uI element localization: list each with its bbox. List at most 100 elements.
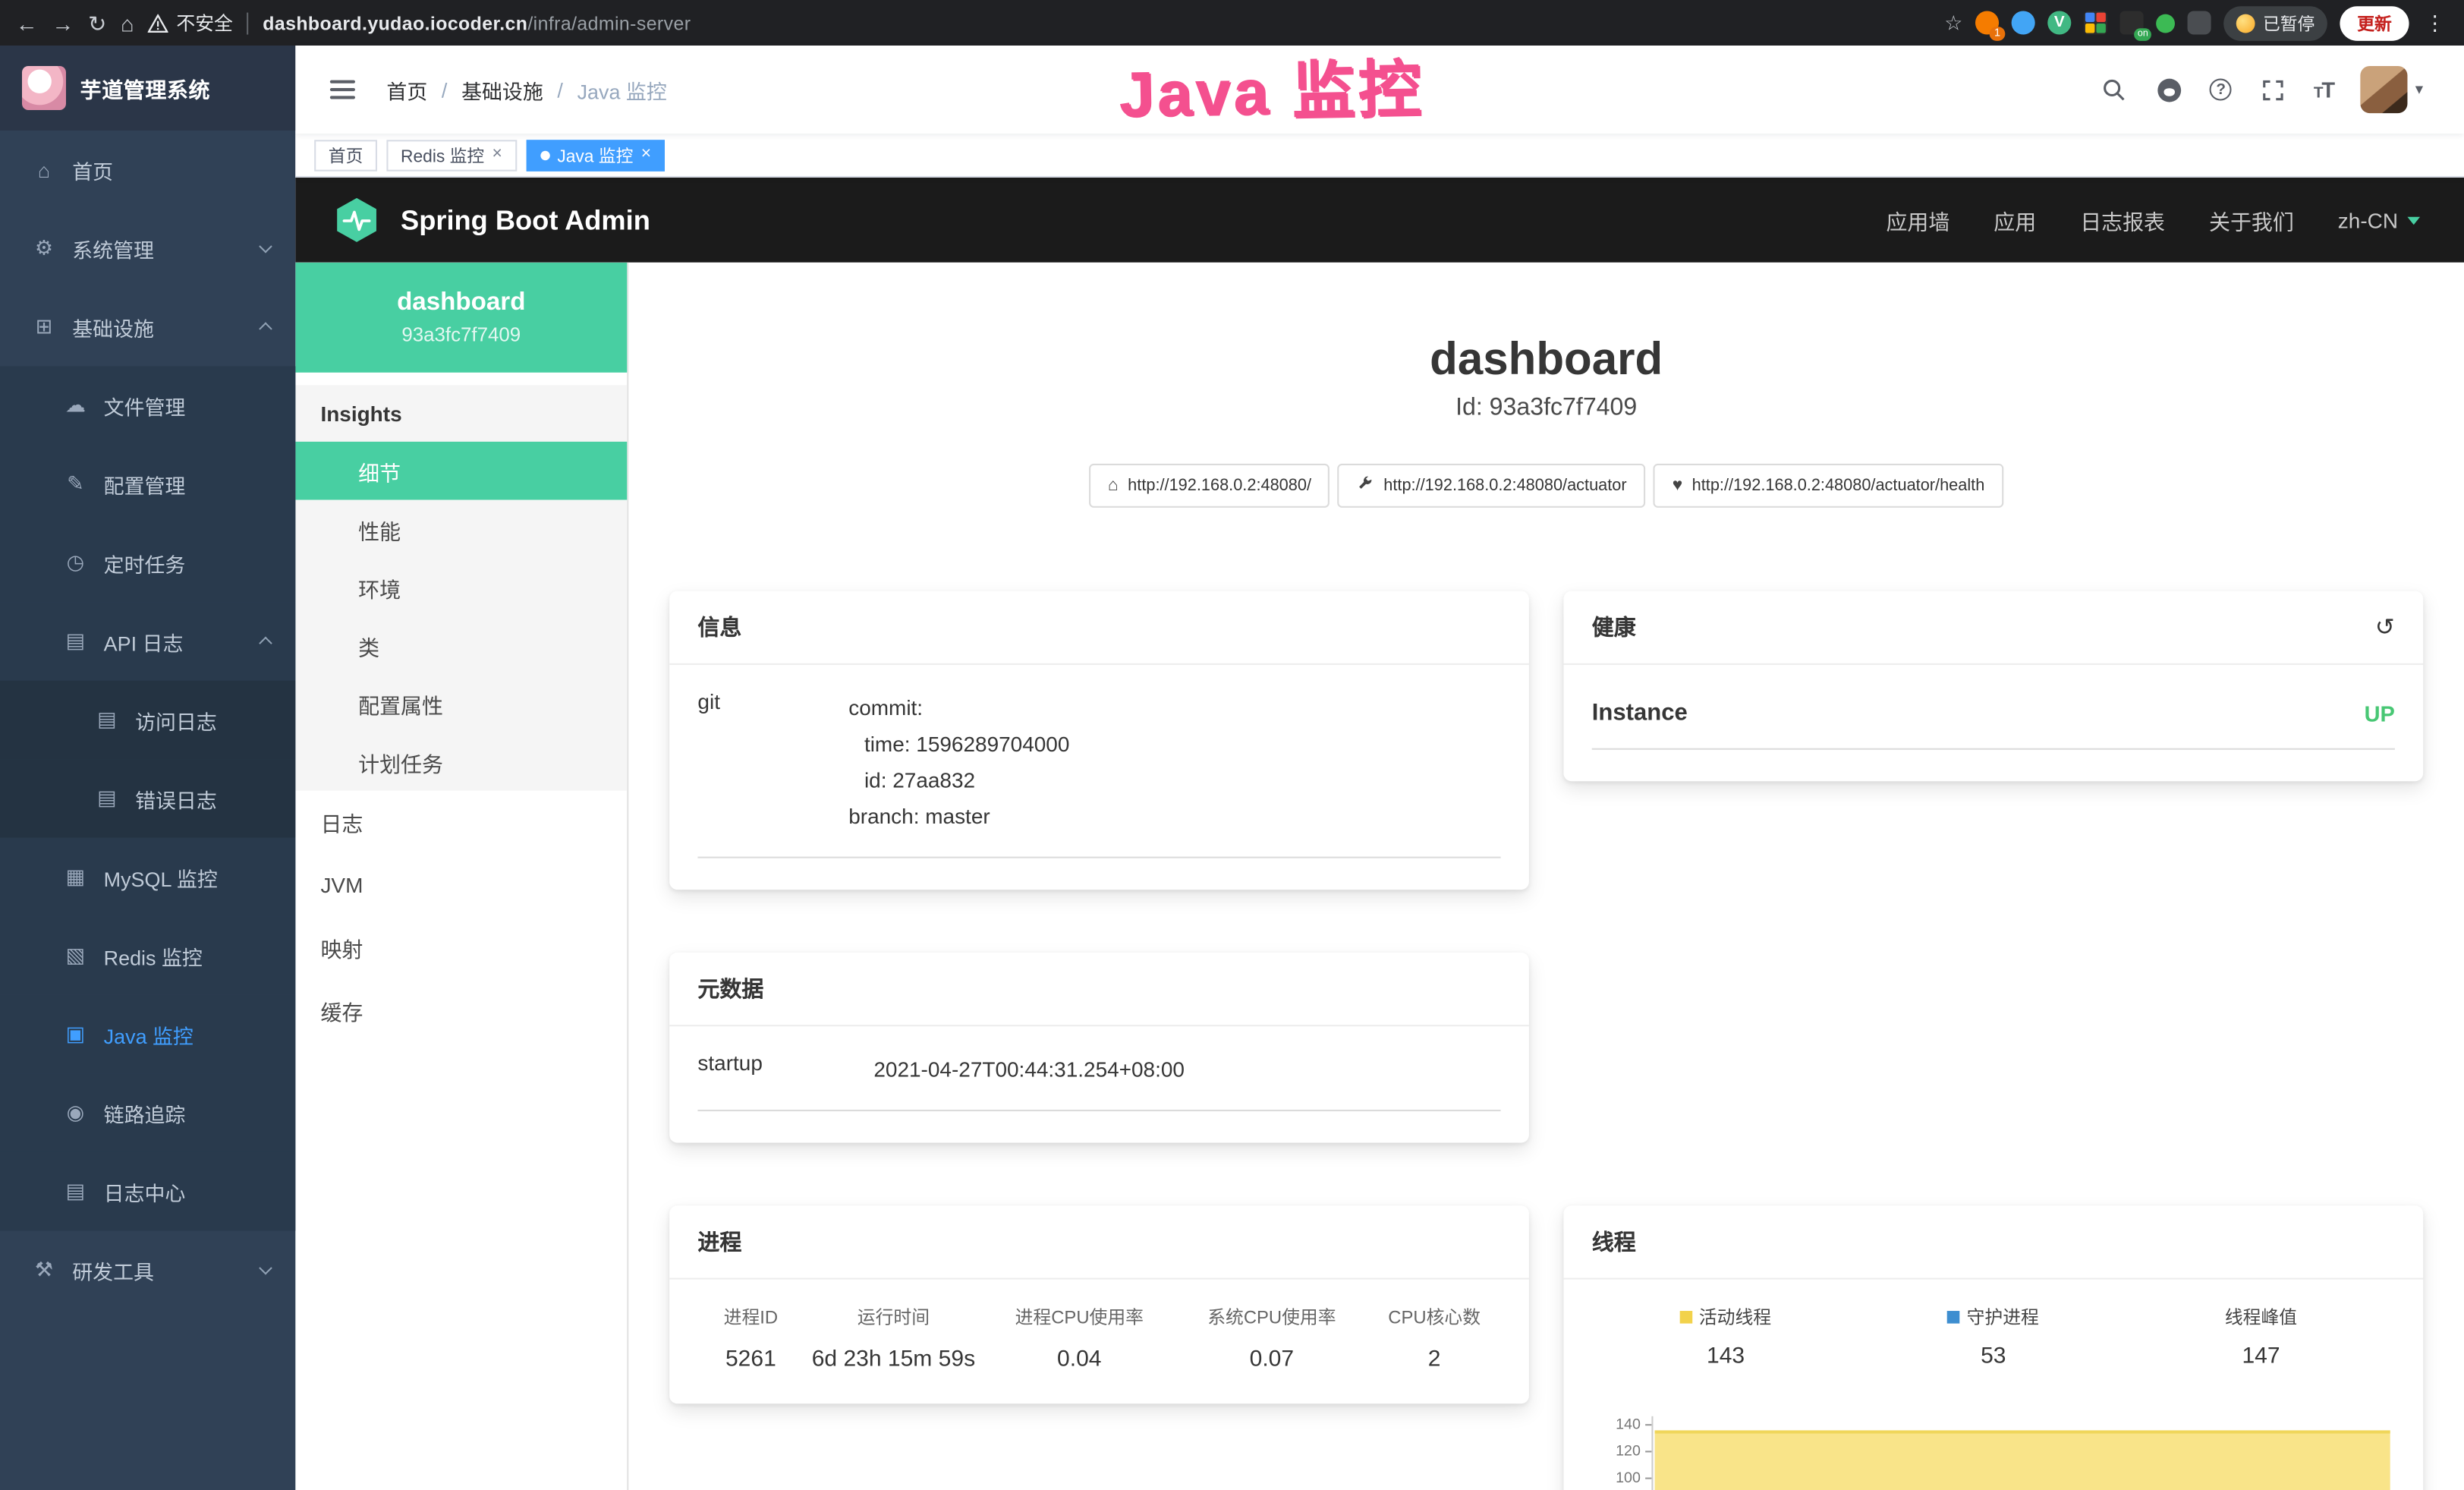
tab-redis-monitor[interactable]: Redis 监控× bbox=[386, 139, 516, 170]
locale-select[interactable]: zh-CN bbox=[2338, 208, 2420, 232]
sba-nav-applications[interactable]: 应用 bbox=[1994, 204, 2036, 235]
instance-url-button[interactable]: ⌂http://192.168.0.2:48080/ bbox=[1089, 464, 1330, 508]
document-icon: ▤ bbox=[63, 628, 88, 654]
spring-boot-admin-logo bbox=[333, 197, 380, 244]
status-badge: UP bbox=[2365, 701, 2395, 726]
back-icon[interactable]: ← bbox=[16, 12, 38, 34]
home-icon: ⌂ bbox=[1108, 477, 1119, 494]
vue-devtools-icon[interactable]: V bbox=[2047, 11, 2071, 34]
navbar-actions: ? TT ▾ bbox=[2100, 66, 2436, 113]
paused-badge[interactable]: 已暂停 bbox=[2223, 5, 2327, 40]
warning-icon bbox=[148, 14, 168, 33]
extensions-puzzle-icon[interactable] bbox=[2188, 11, 2211, 34]
eye-icon: ◉ bbox=[63, 1101, 88, 1126]
card-title: 健康 bbox=[1592, 612, 1636, 643]
history-icon[interactable]: ↺ bbox=[2375, 613, 2395, 641]
sba-group-insights[interactable]: Insights bbox=[295, 385, 627, 442]
sidebar-item-tracing[interactable]: ◉链路追踪 bbox=[0, 1073, 295, 1152]
sba-nav-wallboard[interactable]: 应用墙 bbox=[1886, 204, 1949, 235]
breadcrumb-infra[interactable]: 基础设施 bbox=[461, 74, 543, 104]
security-label: 不安全 bbox=[176, 9, 233, 36]
sidebar-item-mysql[interactable]: ▦MySQL 监控 bbox=[0, 838, 295, 917]
sba-item-classes[interactable]: 类 bbox=[295, 616, 627, 675]
github-icon[interactable] bbox=[2155, 75, 2183, 103]
process-cpu: 0.04 bbox=[983, 1347, 1175, 1372]
tab-java-monitor[interactable]: Java 监控× bbox=[526, 139, 666, 170]
process-id: 5261 bbox=[697, 1347, 804, 1372]
monitor-icon: ▣ bbox=[63, 1022, 88, 1047]
sidebar-item-api-log[interactable]: ▤API 日志 bbox=[0, 602, 295, 681]
health-url-button[interactable]: ♥http://192.168.0.2:48080/actuator/healt… bbox=[1654, 464, 2003, 508]
app-logo[interactable]: 芋道管理系统 bbox=[0, 46, 295, 131]
cloud-icon: ☁ bbox=[63, 393, 88, 418]
sidebar-item-java[interactable]: ▣Java 监控 bbox=[0, 995, 295, 1074]
peak-threads-value: 147 bbox=[2127, 1344, 2395, 1369]
sba-item-config-props[interactable]: 配置属性 bbox=[295, 674, 627, 732]
browser-menu-icon[interactable]: ⋮ bbox=[2422, 10, 2448, 35]
health-card: 健康 ↺ Instance UP bbox=[1563, 591, 2423, 782]
url-host: dashboard.yudao.iocoder.cn bbox=[263, 12, 527, 34]
security-chip[interactable]: 不安全 bbox=[148, 9, 233, 36]
extension-drop-icon[interactable] bbox=[2012, 11, 2035, 34]
extension-switch-icon[interactable]: on bbox=[2120, 11, 2144, 34]
sidebar-item-log-center[interactable]: ▤日志中心 bbox=[0, 1152, 295, 1231]
user-menu[interactable]: ▾ bbox=[2360, 66, 2423, 113]
sba-nav-journal[interactable]: 日志报表 bbox=[2080, 204, 2165, 235]
sidebar-item-infrastructure[interactable]: ⊞基础设施 bbox=[0, 288, 295, 367]
sidebar-item-system[interactable]: ⚙系统管理 bbox=[0, 209, 295, 288]
sidebar-item-dev-tools[interactable]: ⚒研发工具 bbox=[0, 1230, 295, 1309]
sba-item-mappings[interactable]: 映射 bbox=[295, 916, 627, 979]
sba-item-scheduled-tasks[interactable]: 计划任务 bbox=[295, 732, 627, 791]
git-commit-id: id: 27aa832 bbox=[848, 762, 1500, 799]
sba-item-details[interactable]: 细节 bbox=[295, 442, 627, 500]
close-icon[interactable]: × bbox=[492, 146, 502, 164]
sba-nav: 应用墙 应用 日志报表 关于我们 zh-CN bbox=[1886, 204, 2420, 235]
document-icon: ▤ bbox=[94, 707, 119, 732]
instance-id-line: Id: 93a3fc7f7409 bbox=[669, 395, 2423, 423]
card-title: 信息 bbox=[697, 612, 741, 643]
sba-item-environment[interactable]: 环境 bbox=[295, 558, 627, 616]
home-icon: ⌂ bbox=[31, 158, 56, 181]
cpu-cores: 2 bbox=[1368, 1347, 1501, 1372]
git-commit-time: time: 1596289704000 bbox=[848, 726, 1500, 763]
sba-item-caches[interactable]: 缓存 bbox=[295, 979, 627, 1042]
address-bar[interactable]: dashboard.yudao.iocoder.cn/infra/admin-s… bbox=[263, 12, 691, 34]
sba-item-jvm[interactable]: JVM bbox=[295, 853, 627, 916]
sba-nav-about[interactable]: 关于我们 bbox=[2209, 204, 2294, 235]
wrench-icon bbox=[1357, 474, 1374, 496]
threads-card: 线程 活动线程143 守护进程53 线程峰值147 140 bbox=[1563, 1205, 2423, 1490]
sidebar-item-redis[interactable]: ▧Redis 监控 bbox=[0, 916, 295, 995]
fullscreen-icon[interactable] bbox=[2258, 75, 2286, 103]
sidebar-item-config[interactable]: ✎配置管理 bbox=[0, 445, 295, 524]
extension-grid-icon[interactable] bbox=[2084, 11, 2107, 34]
breadcrumb-home[interactable]: 首页 bbox=[386, 74, 427, 104]
sidebar-item-error-log[interactable]: ▤错误日志 bbox=[0, 759, 295, 838]
close-icon[interactable]: × bbox=[641, 146, 651, 164]
sidebar-item-files[interactable]: ☁文件管理 bbox=[0, 366, 295, 445]
extension-leaf-icon[interactable] bbox=[2156, 14, 2175, 33]
forward-icon[interactable]: → bbox=[52, 12, 74, 34]
url-path: /infra/admin-server bbox=[527, 12, 691, 34]
tab-home[interactable]: 首页 bbox=[314, 139, 377, 170]
collapse-sidebar-icon[interactable] bbox=[324, 74, 362, 105]
bookmark-star-icon[interactable]: ☆ bbox=[1944, 10, 1962, 35]
breadcrumb-java: Java 监控 bbox=[577, 74, 667, 104]
help-icon[interactable]: ? bbox=[2210, 79, 2232, 101]
reload-icon[interactable]: ↻ bbox=[88, 12, 106, 34]
sidebar-item-home[interactable]: ⌂首页 bbox=[0, 131, 295, 209]
font-size-icon[interactable]: TT bbox=[2314, 77, 2333, 102]
sba-item-loggers[interactable]: 日志 bbox=[295, 791, 627, 854]
sidebar-item-jobs[interactable]: ◷定时任务 bbox=[0, 524, 295, 603]
heart-icon: ♥ bbox=[1673, 477, 1683, 494]
info-git-row: git commit: time: 1596289704000 id: 27aa… bbox=[697, 690, 1500, 858]
sidebar-item-access-log[interactable]: ▤访问日志 bbox=[0, 681, 295, 760]
update-button[interactable]: 更新 bbox=[2340, 5, 2409, 40]
instance-header[interactable]: dashboard 93a3fc7f7409 bbox=[295, 263, 627, 373]
browser-home-icon[interactable]: ⌂ bbox=[121, 12, 134, 34]
sba-brand[interactable]: Spring Boot Admin bbox=[401, 203, 650, 236]
search-icon[interactable] bbox=[2100, 75, 2128, 103]
actuator-url-button[interactable]: http://192.168.0.2:48080/actuator bbox=[1338, 464, 1645, 508]
daemon-threads-value: 53 bbox=[1859, 1344, 2127, 1369]
sba-item-metrics[interactable]: 性能 bbox=[295, 500, 627, 559]
extension-orange-icon[interactable]: 1 bbox=[1975, 11, 1999, 34]
